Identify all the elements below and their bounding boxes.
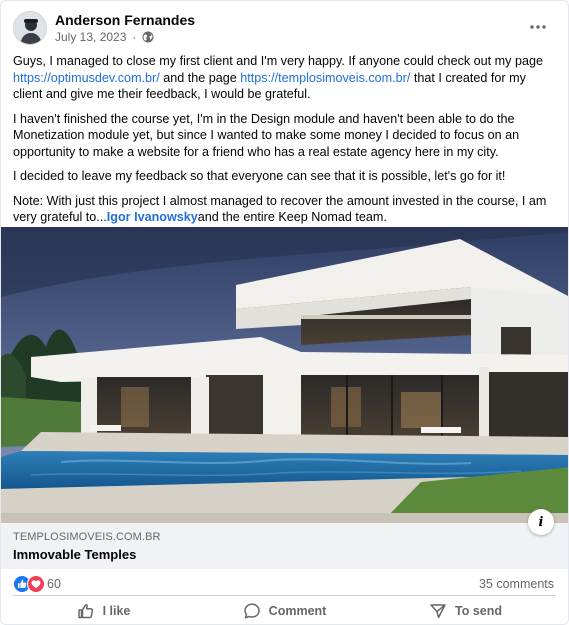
post-text: Guys, I managed to close my first client… — [13, 53, 558, 234]
avatar-image — [14, 12, 46, 44]
more-horizontal-icon — [530, 25, 546, 29]
paragraph-text: Guys, I managed to close my first client… — [13, 54, 543, 68]
reaction-icons[interactable] — [13, 575, 45, 593]
house-photo[interactable] — [1, 227, 568, 523]
send-icon — [430, 604, 446, 619]
info-icon[interactable]: i — [528, 509, 554, 535]
love-reaction-icon — [27, 575, 45, 593]
globe-icon[interactable] — [142, 31, 154, 43]
optimusdev-link[interactable]: https://optimusdev.com.br/ — [13, 71, 160, 85]
more-options-button[interactable] — [524, 15, 552, 39]
comment-button[interactable]: Comment — [194, 598, 375, 624]
author-name[interactable]: Anderson Fernandes — [55, 12, 195, 28]
divider — [13, 595, 556, 596]
reactions-row: 60 35 comments — [13, 574, 556, 594]
send-label: To send — [455, 604, 502, 618]
like-button[interactable]: I like — [13, 598, 194, 624]
reaction-count[interactable]: 60 — [47, 577, 61, 591]
preview-title[interactable]: Immovable Temples — [13, 547, 136, 562]
like-label: I like — [102, 604, 131, 618]
post-paragraph: I decided to leave my feedback so that e… — [13, 169, 506, 183]
thumbs-up-icon — [77, 603, 93, 619]
comment-label: Comment — [268, 604, 327, 618]
meta-separator: · — [132, 30, 137, 44]
mention-igor-ivanowsky[interactable]: Igor Ivanowsky — [107, 210, 198, 224]
paragraph-text: and the entire Keep Nomad team. — [197, 210, 387, 224]
paragraph-text: and the page — [159, 70, 241, 85]
avatar[interactable] — [13, 11, 47, 45]
preview-domain: TEMPLOSIMOVEIS.COM.BR — [13, 531, 161, 543]
post-date[interactable]: July 13, 2023 — [55, 30, 126, 44]
comments-count[interactable]: 35 comments — [479, 577, 554, 591]
modern-house-illustration — [1, 227, 568, 523]
actions-row: I like Comment To send — [13, 598, 556, 624]
post-header: Anderson Fernandes July 13, 2023 · — [13, 9, 556, 49]
send-button[interactable]: To send — [375, 598, 556, 624]
post-paragraph: Note: With just this project I almost ma… — [13, 193, 558, 226]
link-preview[interactable]: TEMPLOSIMOVEIS.COM.BR Immovable Temples … — [1, 509, 568, 569]
post-card: Anderson Fernandes July 13, 2023 · Guys,… — [0, 0, 569, 625]
post-paragraph: I haven't finished the course yet, I'm i… — [13, 111, 520, 159]
post-meta: July 13, 2023 · — [55, 30, 154, 44]
post-paragraph: Guys, I managed to close my first client… — [13, 53, 558, 103]
templosimoveis-link[interactable]: https://templosimoveis.com.br/ — [240, 71, 410, 85]
comment-bubble-icon — [243, 603, 260, 619]
